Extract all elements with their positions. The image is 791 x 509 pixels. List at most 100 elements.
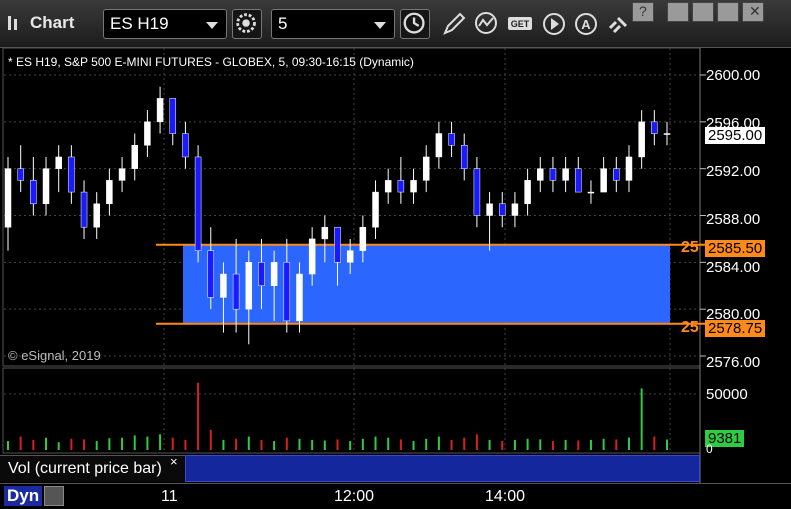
candle-body bbox=[17, 168, 24, 181]
candle-body bbox=[587, 191, 595, 194]
volume-panel-strip bbox=[185, 455, 700, 482]
lower-level-tag: 2578.75 bbox=[705, 320, 766, 337]
candle-body bbox=[283, 262, 291, 322]
candle-body bbox=[245, 262, 253, 310]
candle-body bbox=[651, 121, 658, 134]
candle-body bbox=[68, 156, 75, 193]
candle-body bbox=[397, 180, 405, 193]
svg-text:A: A bbox=[581, 17, 591, 32]
candle-body bbox=[486, 203, 493, 216]
close-button[interactable]: ✕ bbox=[742, 2, 764, 22]
candle-body bbox=[537, 168, 544, 181]
symbol-value: ES H19 bbox=[110, 14, 169, 33]
gear-icon bbox=[236, 13, 256, 33]
candle-body bbox=[80, 191, 88, 228]
candle-body bbox=[321, 226, 329, 240]
candle-body bbox=[4, 168, 12, 228]
candle-body bbox=[220, 273, 227, 298]
chevron-down-icon bbox=[374, 22, 386, 29]
price-tick: 2600.00 bbox=[706, 67, 761, 84]
chart-app-icon bbox=[8, 16, 17, 30]
candle-body bbox=[131, 145, 138, 169]
candle-body bbox=[511, 203, 519, 216]
symbol-select[interactable]: ES H19 bbox=[103, 9, 227, 39]
candle-body bbox=[258, 262, 265, 286]
chevron-down-icon bbox=[206, 22, 218, 29]
last-price-tag: 2595.00 bbox=[705, 127, 766, 144]
settings-button[interactable] bbox=[232, 9, 262, 39]
candle-body bbox=[156, 98, 164, 123]
restore-button[interactable] bbox=[692, 2, 714, 22]
alert-icon[interactable]: A bbox=[572, 10, 602, 38]
help-button[interactable]: ? bbox=[632, 2, 654, 22]
candle-body bbox=[524, 180, 531, 205]
candle-body bbox=[562, 168, 569, 181]
link-icon[interactable] bbox=[604, 10, 634, 38]
close-icon[interactable]: × bbox=[170, 454, 178, 469]
candle-body bbox=[93, 203, 100, 228]
volume-zero: 0 bbox=[706, 442, 713, 456]
candle-body bbox=[334, 226, 341, 263]
pencil-icon[interactable] bbox=[440, 10, 470, 38]
copyright: © eSignal, 2019 bbox=[8, 348, 101, 363]
price-chart[interactable] bbox=[0, 48, 791, 483]
candle-body bbox=[372, 191, 379, 228]
candle-body bbox=[435, 133, 443, 158]
clock-icon bbox=[403, 12, 425, 34]
candle-body bbox=[270, 262, 278, 286]
app-title: Chart bbox=[30, 13, 75, 32]
candle-body bbox=[549, 168, 557, 181]
candle-body bbox=[106, 180, 113, 205]
lower-level-count: 25 bbox=[681, 319, 699, 336]
candle-body bbox=[42, 168, 50, 205]
upper-level-tag: 2585.50 bbox=[705, 240, 766, 257]
candle-body bbox=[118, 168, 126, 181]
candle-body bbox=[613, 168, 620, 181]
candle-body bbox=[359, 226, 367, 251]
maximize-button[interactable] bbox=[717, 2, 739, 22]
candle-body bbox=[55, 156, 62, 169]
candle-body bbox=[625, 156, 633, 181]
candle-body bbox=[600, 168, 607, 193]
title-bar: Chart ES H19 5 GET A ? ✕ bbox=[0, 0, 791, 48]
candle-body bbox=[410, 180, 417, 193]
price-zone bbox=[183, 244, 670, 324]
candle-body bbox=[422, 156, 430, 181]
volume-legend-label: Vol (current price bar) bbox=[8, 460, 162, 477]
time-button[interactable] bbox=[400, 9, 430, 39]
candle-body bbox=[638, 121, 645, 158]
lock-icon[interactable] bbox=[44, 486, 64, 506]
upper-level-count: 25 bbox=[681, 239, 699, 256]
candle-body bbox=[308, 238, 316, 275]
interval-select[interactable]: 5 bbox=[271, 9, 395, 39]
dynamic-button[interactable]: Dyn bbox=[4, 486, 43, 506]
candle-body bbox=[346, 250, 354, 263]
volume-tick: 50000 bbox=[706, 386, 748, 403]
candle-body bbox=[296, 273, 303, 322]
study-icon[interactable] bbox=[472, 10, 502, 38]
candle-body bbox=[575, 168, 582, 193]
price-tick: 2576.00 bbox=[706, 354, 761, 371]
time-label: 14:00 bbox=[485, 488, 526, 505]
candle-body bbox=[207, 250, 215, 298]
volume-pane-border bbox=[2, 367, 701, 454]
interval-value: 5 bbox=[278, 14, 288, 33]
candle-body bbox=[663, 133, 671, 135]
price-tick: 2584.00 bbox=[706, 259, 761, 276]
candle-body bbox=[169, 98, 176, 134]
candle-body bbox=[194, 156, 202, 251]
time-label: 12:00 bbox=[334, 488, 375, 505]
candle-body bbox=[448, 133, 455, 146]
candle-body bbox=[460, 145, 468, 169]
time-label: 11 bbox=[161, 488, 178, 505]
time-axis bbox=[0, 483, 791, 509]
candle-body bbox=[232, 273, 240, 310]
candle-body bbox=[144, 121, 151, 146]
volume-legend: Vol (current price bar) bbox=[0, 455, 185, 482]
minimize-button[interactable] bbox=[667, 2, 689, 22]
get-icon[interactable]: GET bbox=[506, 10, 536, 38]
candle-body bbox=[473, 168, 481, 216]
candle-body bbox=[182, 133, 189, 158]
play-icon[interactable] bbox=[540, 10, 570, 38]
svg-text:GET: GET bbox=[511, 19, 530, 29]
